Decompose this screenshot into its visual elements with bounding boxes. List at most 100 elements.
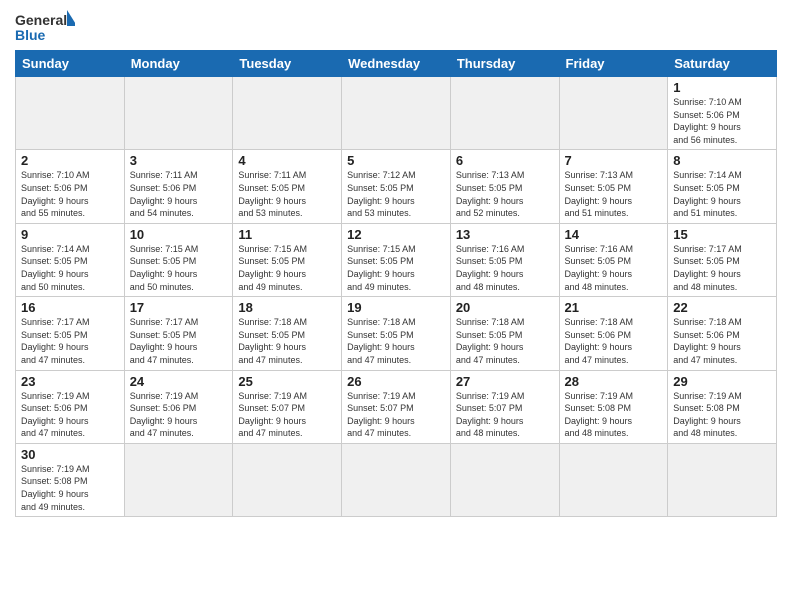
day-info: Sunrise: 7:18 AMSunset: 5:05 PMDaylight:…	[456, 316, 554, 366]
calendar-cell	[16, 77, 125, 150]
day-number: 25	[238, 374, 336, 389]
col-header-sunday: Sunday	[16, 51, 125, 77]
calendar-week-row: 30Sunrise: 7:19 AMSunset: 5:08 PMDayligh…	[16, 443, 777, 516]
day-number: 2	[21, 153, 119, 168]
day-info: Sunrise: 7:19 AMSunset: 5:06 PMDaylight:…	[21, 390, 119, 440]
col-header-monday: Monday	[124, 51, 233, 77]
svg-text:Blue: Blue	[15, 27, 46, 43]
day-number: 3	[130, 153, 228, 168]
day-info: Sunrise: 7:10 AMSunset: 5:06 PMDaylight:…	[21, 169, 119, 219]
day-info: Sunrise: 7:16 AMSunset: 5:05 PMDaylight:…	[456, 243, 554, 293]
day-number: 19	[347, 300, 445, 315]
day-number: 4	[238, 153, 336, 168]
calendar-cell	[450, 443, 559, 516]
calendar-cell: 26Sunrise: 7:19 AMSunset: 5:07 PMDayligh…	[342, 370, 451, 443]
calendar-cell: 12Sunrise: 7:15 AMSunset: 5:05 PMDayligh…	[342, 223, 451, 296]
day-number: 10	[130, 227, 228, 242]
day-number: 22	[673, 300, 771, 315]
calendar-cell	[342, 443, 451, 516]
calendar-cell	[233, 77, 342, 150]
day-number: 12	[347, 227, 445, 242]
day-info: Sunrise: 7:15 AMSunset: 5:05 PMDaylight:…	[238, 243, 336, 293]
calendar-cell: 19Sunrise: 7:18 AMSunset: 5:05 PMDayligh…	[342, 297, 451, 370]
day-info: Sunrise: 7:11 AMSunset: 5:05 PMDaylight:…	[238, 169, 336, 219]
day-info: Sunrise: 7:17 AMSunset: 5:05 PMDaylight:…	[130, 316, 228, 366]
calendar-cell: 2Sunrise: 7:10 AMSunset: 5:06 PMDaylight…	[16, 150, 125, 223]
day-number: 26	[347, 374, 445, 389]
day-info: Sunrise: 7:11 AMSunset: 5:06 PMDaylight:…	[130, 169, 228, 219]
calendar-cell	[559, 77, 668, 150]
calendar-cell	[342, 77, 451, 150]
calendar-cell	[124, 443, 233, 516]
calendar-week-row: 23Sunrise: 7:19 AMSunset: 5:06 PMDayligh…	[16, 370, 777, 443]
calendar-cell: 28Sunrise: 7:19 AMSunset: 5:08 PMDayligh…	[559, 370, 668, 443]
calendar-cell: 18Sunrise: 7:18 AMSunset: 5:05 PMDayligh…	[233, 297, 342, 370]
calendar-cell: 8Sunrise: 7:14 AMSunset: 5:05 PMDaylight…	[668, 150, 777, 223]
calendar-cell: 7Sunrise: 7:13 AMSunset: 5:05 PMDaylight…	[559, 150, 668, 223]
day-info: Sunrise: 7:18 AMSunset: 5:05 PMDaylight:…	[347, 316, 445, 366]
day-info: Sunrise: 7:15 AMSunset: 5:05 PMDaylight:…	[347, 243, 445, 293]
calendar-cell: 10Sunrise: 7:15 AMSunset: 5:05 PMDayligh…	[124, 223, 233, 296]
day-info: Sunrise: 7:18 AMSunset: 5:05 PMDaylight:…	[238, 316, 336, 366]
day-number: 16	[21, 300, 119, 315]
day-number: 7	[565, 153, 663, 168]
day-info: Sunrise: 7:14 AMSunset: 5:05 PMDaylight:…	[21, 243, 119, 293]
calendar-cell: 4Sunrise: 7:11 AMSunset: 5:05 PMDaylight…	[233, 150, 342, 223]
day-info: Sunrise: 7:13 AMSunset: 5:05 PMDaylight:…	[565, 169, 663, 219]
calendar-cell: 11Sunrise: 7:15 AMSunset: 5:05 PMDayligh…	[233, 223, 342, 296]
day-info: Sunrise: 7:19 AMSunset: 5:08 PMDaylight:…	[21, 463, 119, 513]
header: General Blue	[15, 10, 777, 46]
day-info: Sunrise: 7:10 AMSunset: 5:06 PMDaylight:…	[673, 96, 771, 146]
calendar-table: SundayMondayTuesdayWednesdayThursdayFrid…	[15, 50, 777, 517]
calendar-header-row: SundayMondayTuesdayWednesdayThursdayFrid…	[16, 51, 777, 77]
col-header-friday: Friday	[559, 51, 668, 77]
day-number: 29	[673, 374, 771, 389]
day-info: Sunrise: 7:18 AMSunset: 5:06 PMDaylight:…	[673, 316, 771, 366]
calendar-cell	[668, 443, 777, 516]
day-number: 15	[673, 227, 771, 242]
day-info: Sunrise: 7:12 AMSunset: 5:05 PMDaylight:…	[347, 169, 445, 219]
col-header-tuesday: Tuesday	[233, 51, 342, 77]
calendar-cell: 27Sunrise: 7:19 AMSunset: 5:07 PMDayligh…	[450, 370, 559, 443]
calendar-cell: 16Sunrise: 7:17 AMSunset: 5:05 PMDayligh…	[16, 297, 125, 370]
calendar-week-row: 16Sunrise: 7:17 AMSunset: 5:05 PMDayligh…	[16, 297, 777, 370]
calendar-cell: 20Sunrise: 7:18 AMSunset: 5:05 PMDayligh…	[450, 297, 559, 370]
day-info: Sunrise: 7:19 AMSunset: 5:08 PMDaylight:…	[565, 390, 663, 440]
calendar-week-row: 1Sunrise: 7:10 AMSunset: 5:06 PMDaylight…	[16, 77, 777, 150]
day-number: 24	[130, 374, 228, 389]
calendar-cell: 6Sunrise: 7:13 AMSunset: 5:05 PMDaylight…	[450, 150, 559, 223]
day-info: Sunrise: 7:19 AMSunset: 5:07 PMDaylight:…	[456, 390, 554, 440]
calendar-cell: 15Sunrise: 7:17 AMSunset: 5:05 PMDayligh…	[668, 223, 777, 296]
day-number: 11	[238, 227, 336, 242]
calendar-cell: 23Sunrise: 7:19 AMSunset: 5:06 PMDayligh…	[16, 370, 125, 443]
day-info: Sunrise: 7:15 AMSunset: 5:05 PMDaylight:…	[130, 243, 228, 293]
day-number: 27	[456, 374, 554, 389]
col-header-thursday: Thursday	[450, 51, 559, 77]
calendar-cell: 25Sunrise: 7:19 AMSunset: 5:07 PMDayligh…	[233, 370, 342, 443]
calendar-cell	[124, 77, 233, 150]
col-header-saturday: Saturday	[668, 51, 777, 77]
calendar-cell: 21Sunrise: 7:18 AMSunset: 5:06 PMDayligh…	[559, 297, 668, 370]
day-number: 8	[673, 153, 771, 168]
calendar-cell: 22Sunrise: 7:18 AMSunset: 5:06 PMDayligh…	[668, 297, 777, 370]
day-number: 30	[21, 447, 119, 462]
calendar-cell: 14Sunrise: 7:16 AMSunset: 5:05 PMDayligh…	[559, 223, 668, 296]
day-number: 21	[565, 300, 663, 315]
day-number: 1	[673, 80, 771, 95]
day-info: Sunrise: 7:19 AMSunset: 5:07 PMDaylight:…	[347, 390, 445, 440]
day-info: Sunrise: 7:17 AMSunset: 5:05 PMDaylight:…	[673, 243, 771, 293]
day-number: 14	[565, 227, 663, 242]
day-number: 23	[21, 374, 119, 389]
calendar-cell: 3Sunrise: 7:11 AMSunset: 5:06 PMDaylight…	[124, 150, 233, 223]
day-number: 18	[238, 300, 336, 315]
generalblue-logo-icon: General Blue	[15, 10, 75, 46]
calendar-cell: 13Sunrise: 7:16 AMSunset: 5:05 PMDayligh…	[450, 223, 559, 296]
day-info: Sunrise: 7:19 AMSunset: 5:07 PMDaylight:…	[238, 390, 336, 440]
calendar-cell: 30Sunrise: 7:19 AMSunset: 5:08 PMDayligh…	[16, 443, 125, 516]
day-info: Sunrise: 7:17 AMSunset: 5:05 PMDaylight:…	[21, 316, 119, 366]
day-info: Sunrise: 7:19 AMSunset: 5:06 PMDaylight:…	[130, 390, 228, 440]
calendar-cell	[450, 77, 559, 150]
day-number: 13	[456, 227, 554, 242]
calendar-cell: 17Sunrise: 7:17 AMSunset: 5:05 PMDayligh…	[124, 297, 233, 370]
day-number: 17	[130, 300, 228, 315]
